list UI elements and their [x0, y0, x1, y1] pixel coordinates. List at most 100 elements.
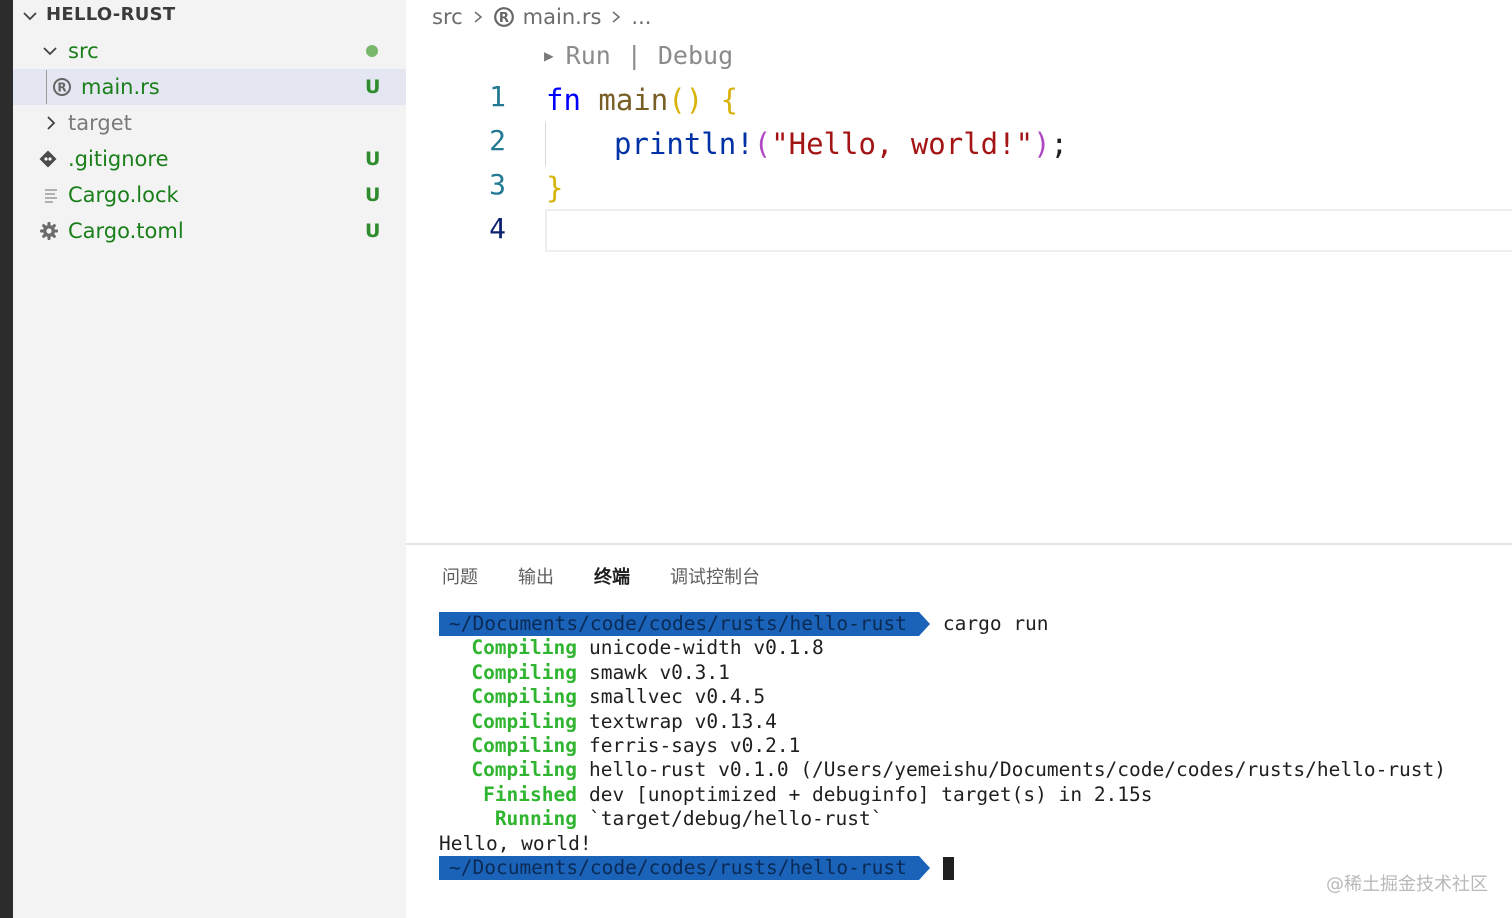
function-name: main: [598, 83, 669, 117]
tree-item-cargo-toml[interactable]: Cargo.toml U: [13, 213, 406, 249]
terminal-text: hello-rust v0.1.0 (/Users/yemeishu/Docum…: [589, 758, 1447, 782]
chevron-right-icon: [47, 116, 56, 130]
status-word: Compiling: [471, 733, 577, 757]
untracked-badge: U: [365, 184, 381, 206]
line-number: 2: [489, 124, 506, 157]
terminal-line: Compiling ferris-says v0.2.1: [439, 734, 1446, 758]
codelens-debug[interactable]: Debug: [658, 41, 733, 70]
tree-item-label: Cargo.lock: [68, 183, 179, 207]
rust-file-icon: R: [51, 76, 73, 98]
tree-item-label: Cargo.toml: [68, 219, 184, 243]
chevron-down-icon[interactable]: [21, 7, 39, 25]
breadcrumb: src R main.rs ...: [432, 2, 651, 32]
tree-item-label: main.rs: [81, 75, 160, 99]
parens: (): [668, 83, 704, 117]
tree-item-label: target: [68, 111, 132, 135]
code-line-3[interactable]: }: [546, 166, 563, 210]
git-icon: [37, 148, 59, 170]
chevron-right-icon: [474, 11, 482, 23]
play-icon: ▶: [544, 45, 554, 65]
tab-output[interactable]: 输出: [518, 563, 554, 599]
current-line-highlight[interactable]: [545, 209, 1512, 252]
untracked-badge: U: [365, 220, 381, 242]
modified-dot: [366, 45, 378, 57]
keyword: fn: [546, 83, 581, 117]
bottom-panel: 问题 输出 终端 调试控制台 ~/Documents/code/codes/ru…: [406, 543, 1512, 918]
code-line-2[interactable]: println!("Hello, world!");: [614, 122, 1068, 166]
indent-guide: [545, 122, 546, 166]
rust-file-icon: R: [493, 7, 514, 27]
chevron-down-icon: [43, 47, 57, 56]
breadcrumb-folder[interactable]: src: [432, 5, 463, 29]
terminal-line: Compiling unicode-width v0.1.8: [439, 636, 1446, 660]
open-paren: (: [753, 127, 772, 161]
terminal-line: Compiling hello-rust v0.1.0 (/Users/yemei…: [439, 758, 1446, 782]
terminal-line: Compiling smallvec v0.4.5: [439, 685, 1446, 709]
close-paren: ): [1033, 127, 1051, 161]
untracked-badge: U: [365, 148, 381, 170]
status-word: Finished: [483, 782, 577, 806]
terminal-output: Hello, world!: [439, 832, 1446, 856]
breadcrumb-file[interactable]: main.rs: [523, 5, 602, 29]
code-line-1[interactable]: fn main() {: [546, 78, 738, 122]
tab-debug-console[interactable]: 调试控制台: [670, 563, 760, 599]
close-brace: }: [546, 171, 564, 205]
tree-item-label: .gitignore: [68, 147, 169, 171]
terminal-line: Finished dev [unoptimized + debuginfo] ta…: [439, 783, 1446, 807]
terminal-command: cargo run: [942, 612, 1049, 635]
tree-item-gitignore[interactable]: .gitignore U: [13, 141, 406, 177]
semicolon: ;: [1050, 127, 1068, 161]
untracked-badge: U: [365, 76, 381, 98]
prompt-path: ~/Documents/code/codes/rusts/hello-rust: [439, 856, 930, 881]
codelens-separator: |: [626, 40, 642, 70]
terminal-text: textwrap v0.13.4: [589, 709, 777, 733]
macro-name: println!: [614, 127, 754, 161]
terminal-cursor: [942, 856, 954, 880]
tab-problems[interactable]: 问题: [442, 563, 478, 599]
status-word: Compiling: [471, 758, 577, 782]
tree-item-main-rs[interactable]: R main.rs U: [13, 69, 406, 105]
terminal-text: smawk v0.3.1: [589, 660, 730, 684]
explorer-sidebar: HELLO-RUST src R main.rs U target .gitig…: [13, 0, 406, 918]
tree-item-cargo-lock[interactable]: Cargo.lock U: [13, 177, 406, 213]
status-word: Compiling: [471, 660, 577, 684]
prompt-path: ~/Documents/code/codes/rusts/hello-rust: [439, 612, 930, 637]
status-word: Compiling: [471, 636, 577, 660]
activity-bar-edge: [0, 0, 13, 918]
svg-text:R: R: [57, 81, 66, 95]
breadcrumb-more[interactable]: ...: [631, 5, 651, 29]
tree-item-label: src: [68, 39, 99, 63]
explorer-root-title[interactable]: HELLO-RUST: [46, 4, 175, 25]
terminal[interactable]: ~/Documents/code/codes/rusts/hello-rust c…: [439, 612, 1446, 881]
chevron-right-icon: [612, 11, 621, 23]
codelens-run[interactable]: Run: [566, 41, 611, 70]
gear-icon: [38, 220, 60, 242]
line-number: 1: [489, 80, 506, 113]
terminal-text: Hello, world!: [439, 831, 592, 855]
terminal-prompt-line: ~/Documents/code/codes/rusts/hello-rust c…: [439, 612, 1446, 637]
watermark: @稀土掘金技术社区: [1326, 874, 1488, 895]
terminal-text: unicode-width v0.1.8: [589, 636, 824, 660]
svg-text:R: R: [499, 11, 509, 26]
terminal-line: Compiling smawk v0.3.1: [439, 661, 1446, 685]
status-word: Compiling: [471, 709, 577, 733]
tab-terminal[interactable]: 终端: [590, 563, 634, 615]
open-brace: {: [720, 83, 739, 117]
tree-item-src[interactable]: src: [13, 33, 406, 69]
terminal-text: smallvec v0.4.5: [589, 685, 766, 709]
lines-icon: [40, 184, 62, 206]
terminal-prompt-line: ~/Documents/code/codes/rusts/hello-rust: [439, 856, 1446, 881]
terminal-text: `target/debug/hello-rust`: [589, 807, 883, 831]
status-word: Running: [494, 807, 577, 831]
panel-tabs: 问题 输出 终端 调试控制台: [442, 563, 760, 615]
line-number: 3: [489, 168, 506, 201]
terminal-text: ferris-says v0.2.1: [589, 733, 801, 757]
line-number-current: 4: [489, 212, 506, 245]
terminal-line: Compiling textwrap v0.13.4: [439, 710, 1446, 734]
string-literal: "Hello, world!": [771, 127, 1034, 161]
codelens: ▶ Run | Debug: [544, 38, 733, 72]
tree-item-target[interactable]: target: [13, 105, 406, 141]
status-word: Compiling: [471, 685, 577, 709]
terminal-line: Running `target/debug/hello-rust`: [439, 807, 1446, 831]
code-editor[interactable]: src R main.rs ... ▶ Run | Debug 1 2 3 4 …: [406, 0, 1512, 543]
